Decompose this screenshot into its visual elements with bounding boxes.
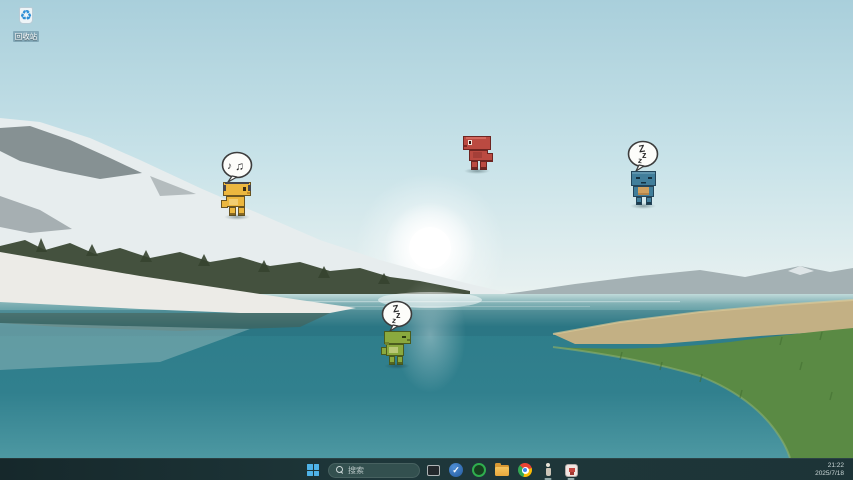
desktop: ♻ 回收站 ♪ ♫ xyxy=(0,0,853,480)
pet-shadow xyxy=(384,363,410,369)
pet-green-dino[interactable]: Z z z xyxy=(380,300,414,369)
taskbar-search[interactable] xyxy=(328,463,420,478)
taskbar-clock[interactable]: 21:22 2025/7/18 xyxy=(812,459,847,480)
pet-red-dino[interactable] xyxy=(460,135,493,174)
sleep-bubble: Z z z xyxy=(380,300,414,333)
taskbar: ✓ 21:22 2025/7/18 xyxy=(0,458,853,480)
green-ring-icon xyxy=(472,463,486,477)
wallpaper xyxy=(0,0,853,458)
taskbar-icon-todo[interactable]: ✓ xyxy=(446,460,466,480)
pet-shadow xyxy=(224,214,250,220)
pixel-app-icon xyxy=(565,464,578,477)
taskbar-icon-green-app[interactable] xyxy=(469,460,489,480)
pet-blue-dino[interactable]: Z z z xyxy=(626,140,660,209)
yellow-dino-sprite xyxy=(221,181,254,217)
taskbar-icon-pet-figure[interactable] xyxy=(538,460,558,480)
folder-icon xyxy=(495,465,509,476)
recycle-bin[interactable]: ♻ 回收站 xyxy=(6,4,46,44)
recycle-icon: ♻ xyxy=(15,4,37,26)
taskbar-icon-file-explorer[interactable] xyxy=(492,460,512,480)
red-dino-sprite xyxy=(460,135,493,171)
start-button[interactable] xyxy=(303,460,323,480)
taskbar-icon-pixel-app[interactable] xyxy=(561,460,581,480)
zzz-char: z xyxy=(642,150,647,160)
clock-date: 2025/7/18 xyxy=(815,470,844,478)
music-note: ♫ xyxy=(235,159,244,173)
chrome-icon xyxy=(518,463,532,477)
music-note: ♪ xyxy=(227,161,232,172)
windows-logo-icon xyxy=(307,464,319,476)
search-icon xyxy=(336,466,344,474)
window-icon xyxy=(427,465,440,476)
clock-time: 21:22 xyxy=(815,462,844,470)
check-icon: ✓ xyxy=(449,463,463,477)
recycle-bin-icon: ♻ xyxy=(15,4,37,26)
search-input[interactable] xyxy=(348,466,410,475)
figure-icon xyxy=(544,463,552,477)
music-bubble: ♪ ♫ xyxy=(220,151,254,184)
recycle-bin-label: 回收站 xyxy=(13,31,40,42)
zzz-char: z xyxy=(396,310,401,320)
green-dino-sprite xyxy=(381,330,414,366)
pet-yellow-dino[interactable]: ♪ ♫ xyxy=(220,151,254,220)
blue-dino-sprite xyxy=(627,170,660,206)
taskbar-icon-chrome[interactable] xyxy=(515,460,535,480)
pet-shadow xyxy=(464,168,490,174)
sleep-bubble: Z z z xyxy=(626,140,660,173)
pet-shadow xyxy=(630,203,656,209)
taskbar-icon-window[interactable] xyxy=(423,460,443,480)
